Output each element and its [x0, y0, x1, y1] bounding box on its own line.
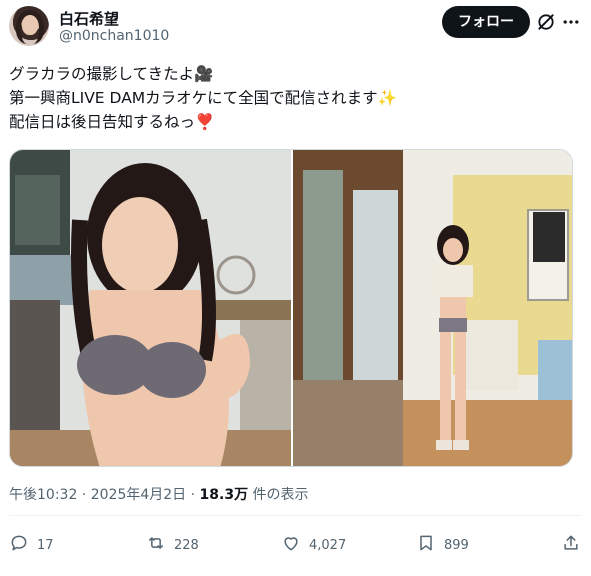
views-count: 18.3万 — [199, 487, 249, 503]
share-icon — [561, 533, 581, 557]
tweet-photo-1[interactable] — [10, 150, 291, 466]
avatar[interactable] — [9, 6, 49, 46]
tweet-actions: 17 228 4,027 899 — [9, 533, 581, 557]
bookmark-icon — [416, 533, 436, 557]
media-grid — [9, 149, 573, 467]
photo-2-illustration — [293, 150, 572, 466]
tweet-text: グラカラの撮影してきたよ🎥 第一興商LIVE DAMカラオケにて全国で配信されま… — [9, 62, 579, 134]
tweet-photo-2[interactable] — [293, 150, 572, 466]
retweet-button[interactable]: 228 — [146, 533, 199, 557]
photo-1-illustration — [10, 150, 291, 466]
meta-separator: · — [186, 487, 200, 503]
user-handle[interactable]: @n0nchan1010 — [59, 28, 169, 44]
retweet-icon — [146, 533, 166, 557]
meta-separator: · — [77, 487, 91, 503]
reply-icon — [9, 533, 29, 557]
avatar-face-shape — [22, 15, 38, 35]
bookmark-count: 899 — [444, 537, 469, 553]
reply-count: 17 — [37, 537, 54, 553]
tweet-text-line: 配信日は後日告知するねっ❣️ — [9, 113, 215, 131]
more-options-icon[interactable] — [561, 12, 581, 32]
views-label: 件の表示 — [248, 487, 309, 503]
tweet-text-line: グラカラの撮影してきたよ🎥 — [9, 65, 214, 83]
post-time[interactable]: 午後10:32 — [9, 487, 77, 503]
follow-button[interactable]: フォロー — [442, 6, 530, 38]
share-button[interactable] — [561, 533, 581, 557]
tweet-text-line: 第一興商LIVE DAMカラオケにて全国で配信されます✨ — [9, 89, 397, 107]
divider — [9, 515, 582, 516]
like-button[interactable]: 4,027 — [281, 533, 346, 557]
tweet-meta: 午後10:32 · 2025年4月2日 · 18.3万 件の表示 — [9, 484, 309, 504]
like-count: 4,027 — [309, 537, 347, 553]
bookmark-button[interactable]: 899 — [416, 533, 469, 557]
retweet-count: 228 — [174, 537, 199, 553]
reply-button[interactable]: 17 — [9, 533, 54, 557]
post-date[interactable]: 2025年4月2日 — [91, 487, 186, 503]
tweet: 白石希望 @n0nchan1010 フォロー グラカラの撮影してきたよ🎥 第一興… — [0, 0, 591, 576]
tweet-header: 白石希望 @n0nchan1010 フォロー — [9, 6, 581, 52]
heart-icon — [281, 533, 301, 557]
display-name[interactable]: 白石希望 — [59, 8, 119, 29]
grok-icon[interactable] — [536, 12, 556, 32]
